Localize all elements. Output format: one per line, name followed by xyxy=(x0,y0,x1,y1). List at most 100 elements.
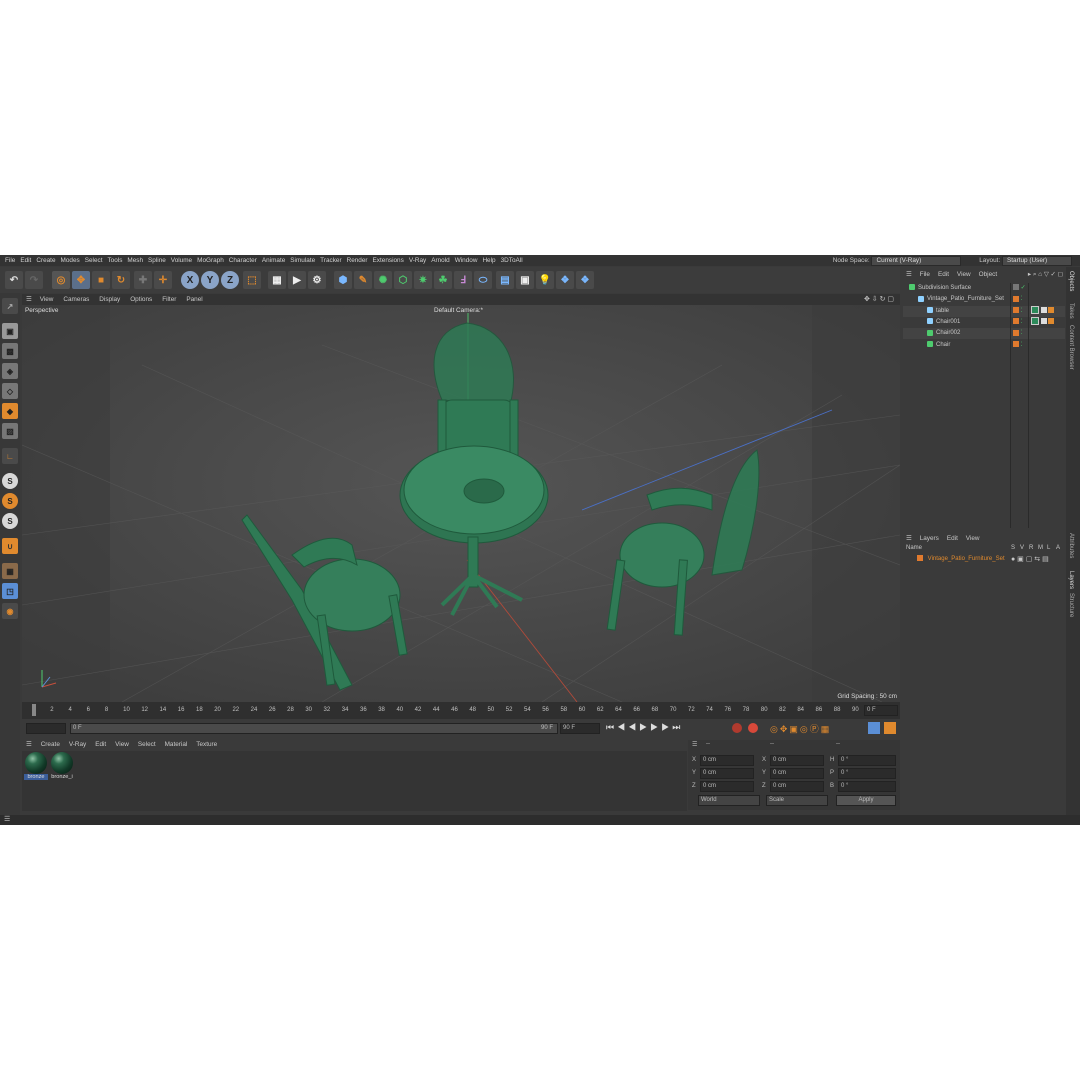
object-visibility-icons[interactable]: ✓ xyxy=(1013,283,1026,294)
recent-tool-icon[interactable]: ✚ xyxy=(134,271,152,289)
position-x-field[interactable]: 0 cm xyxy=(700,755,754,766)
boole-icon[interactable]: ☘ xyxy=(434,271,452,289)
deformer-icon[interactable]: Ⅎ xyxy=(454,271,472,289)
node-space-dropdown[interactable]: Current (V-Ray) xyxy=(871,256,962,266)
polygons-mode-icon[interactable]: ◆ xyxy=(2,403,18,419)
object-row[interactable]: Subdivision Surface ✓ xyxy=(903,283,1065,294)
key-mode-icons[interactable]: ◎✥▣◎Ⓟ▦ xyxy=(770,722,831,735)
viewport-menu-view[interactable]: View xyxy=(40,294,54,305)
menu-volume[interactable]: Volume xyxy=(171,255,197,266)
status-menu-icon[interactable]: ☰ xyxy=(4,815,10,823)
axis-tool-icon[interactable]: ✛ xyxy=(154,271,172,289)
layer-menu-layers[interactable]: Layers xyxy=(920,533,939,544)
points-mode-icon[interactable]: ◈ xyxy=(2,363,18,379)
live-select-icon[interactable]: ◎ xyxy=(52,271,70,289)
material-menu-edit[interactable]: Edit xyxy=(95,740,106,750)
texture-mode-icon[interactable]: ▩ xyxy=(2,343,18,359)
object-row[interactable]: table ⁚ xyxy=(903,305,1065,317)
cloner-icon[interactable]: ✷ xyxy=(414,271,432,289)
size-x-field[interactable]: 0 cm xyxy=(770,755,824,766)
snap-s2-button[interactable]: S xyxy=(2,493,18,509)
field-icon[interactable]: ⬭ xyxy=(474,271,492,289)
menu-icon[interactable]: ☰ xyxy=(26,294,32,305)
menu-extensions[interactable]: Extensions xyxy=(373,255,409,266)
layer-row[interactable]: Vintage_Patio_Furniture_Set ● ▣ ▢ ⇆ ▤ xyxy=(903,554,1065,565)
record-icon[interactable] xyxy=(732,723,742,733)
cube-icon[interactable]: ⬢ xyxy=(334,271,352,289)
snap-s1-button[interactable]: S xyxy=(2,473,18,489)
viewport-menu-panel[interactable]: Panel xyxy=(186,294,202,305)
menu-select[interactable]: Select xyxy=(85,255,108,266)
object-row[interactable]: Chair001 ⁚ xyxy=(903,317,1065,328)
tab-objects[interactable]: Objects xyxy=(1068,271,1074,291)
menu-arnold[interactable]: Arnold xyxy=(431,255,454,266)
viewport-menu-options[interactable]: Options xyxy=(130,294,152,305)
extrude-icon[interactable]: ⬡ xyxy=(394,271,412,289)
object-visibility-icons[interactable]: ⁚ xyxy=(1013,340,1023,351)
coord-menu-icon[interactable]: ☰ xyxy=(692,741,697,748)
layer-menu-edit[interactable]: Edit xyxy=(947,533,958,544)
tab-attributes[interactable]: Attributes xyxy=(1068,533,1074,558)
tab-content-browser[interactable]: Content Browser xyxy=(1068,325,1074,370)
layer-menu-icon[interactable]: ☰ xyxy=(906,533,912,544)
material-menu-material[interactable]: Material xyxy=(165,740,188,750)
menu-create[interactable]: Create xyxy=(36,255,60,266)
rotation-h-field[interactable]: 0 ° xyxy=(838,755,896,766)
magnet-icon[interactable]: ∪ xyxy=(2,538,18,554)
rotate-icon[interactable]: ↻ xyxy=(112,271,130,289)
frame-range-slider[interactable]: 0 F 90 F xyxy=(70,723,558,734)
end-frame-field[interactable]: 90 F xyxy=(560,723,600,734)
timeline-ruler[interactable]: 0246810121416182022242628303234363840424… xyxy=(22,702,900,719)
menu-mograph[interactable]: MoGraph xyxy=(197,255,229,266)
y-axis-lock-button[interactable]: Y xyxy=(201,271,219,289)
timeline-playhead[interactable] xyxy=(32,704,36,716)
size-mode-dropdown[interactable]: Scale xyxy=(766,795,828,806)
edges-mode-icon[interactable]: ◇ xyxy=(2,383,18,399)
lock-workplane-icon[interactable]: ◉ xyxy=(2,603,18,619)
menu-v-ray[interactable]: V-Ray xyxy=(409,255,431,266)
viewport-nav-icons[interactable]: ✥ ⇩ ↻ ▢ xyxy=(864,294,894,305)
uv-mode-icon[interactable]: ▨ xyxy=(2,423,18,439)
apply-button[interactable]: Apply xyxy=(836,795,896,806)
render-view-icon[interactable]: ▦ xyxy=(268,271,286,289)
menu-help[interactable]: Help xyxy=(482,255,500,266)
menu-tracker[interactable]: Tracker xyxy=(320,255,346,266)
menu-edit[interactable]: Edit xyxy=(20,255,36,266)
x-axis-lock-button[interactable]: X xyxy=(181,271,199,289)
menu-window[interactable]: Window xyxy=(455,255,483,266)
position-y-field[interactable]: 0 cm xyxy=(700,768,754,779)
material-swatch-bronze-i[interactable]: bronze_i xyxy=(50,752,74,785)
menu-3dtoall[interactable]: 3DToAll xyxy=(501,255,528,266)
material-menu-texture[interactable]: Texture xyxy=(196,740,217,750)
material-menu-view[interactable]: View xyxy=(115,740,129,750)
layer-menu-view[interactable]: View xyxy=(966,533,980,544)
menu-spline[interactable]: Spline xyxy=(148,255,171,266)
menu-animate[interactable]: Animate xyxy=(262,255,290,266)
object-visibility-icons[interactable]: ⁚ xyxy=(1013,317,1023,328)
object-visibility-icons[interactable]: ⁚ xyxy=(1013,328,1023,339)
object-menu-view[interactable]: View xyxy=(957,269,971,280)
menu-file[interactable]: File xyxy=(5,255,20,266)
light-icon[interactable]: 💡 xyxy=(536,271,554,289)
coordinate-mode-dropdown[interactable]: World xyxy=(698,795,760,806)
rotation-p-field[interactable]: 0 ° xyxy=(838,768,896,779)
floor-icon[interactable]: ▤ xyxy=(496,271,514,289)
menu-simulate[interactable]: Simulate xyxy=(290,255,320,266)
redo-icon[interactable]: ↷ xyxy=(25,271,43,289)
object-tags[interactable] xyxy=(1031,306,1055,317)
workplane-grid-icon[interactable]: ◳ xyxy=(2,583,18,599)
autokey-icon[interactable] xyxy=(748,723,758,733)
start-frame-field[interactable] xyxy=(26,723,66,734)
tab-structure[interactable]: Structure xyxy=(1068,593,1074,617)
material-menu-vray[interactable]: V-Ray xyxy=(69,740,86,750)
object-search-icons[interactable]: ▸ ⌕ ⌂ ▽ ✓ ◻ xyxy=(1028,269,1063,280)
make-editable-icon[interactable]: ↗ xyxy=(2,298,18,314)
menu-character[interactable]: Character xyxy=(229,255,262,266)
layer-toggle-icons[interactable]: ● ▣ ▢ ⇆ ▤ xyxy=(1011,554,1049,565)
object-menu-file[interactable]: File xyxy=(920,269,930,280)
object-row[interactable]: Chair002 ⁚ xyxy=(903,328,1065,340)
move-icon[interactable]: ✥ xyxy=(72,271,90,289)
object-menu-edit[interactable]: Edit xyxy=(938,269,949,280)
rotation-b-field[interactable]: 0 ° xyxy=(838,781,896,792)
z-axis-lock-button[interactable]: Z xyxy=(221,271,239,289)
